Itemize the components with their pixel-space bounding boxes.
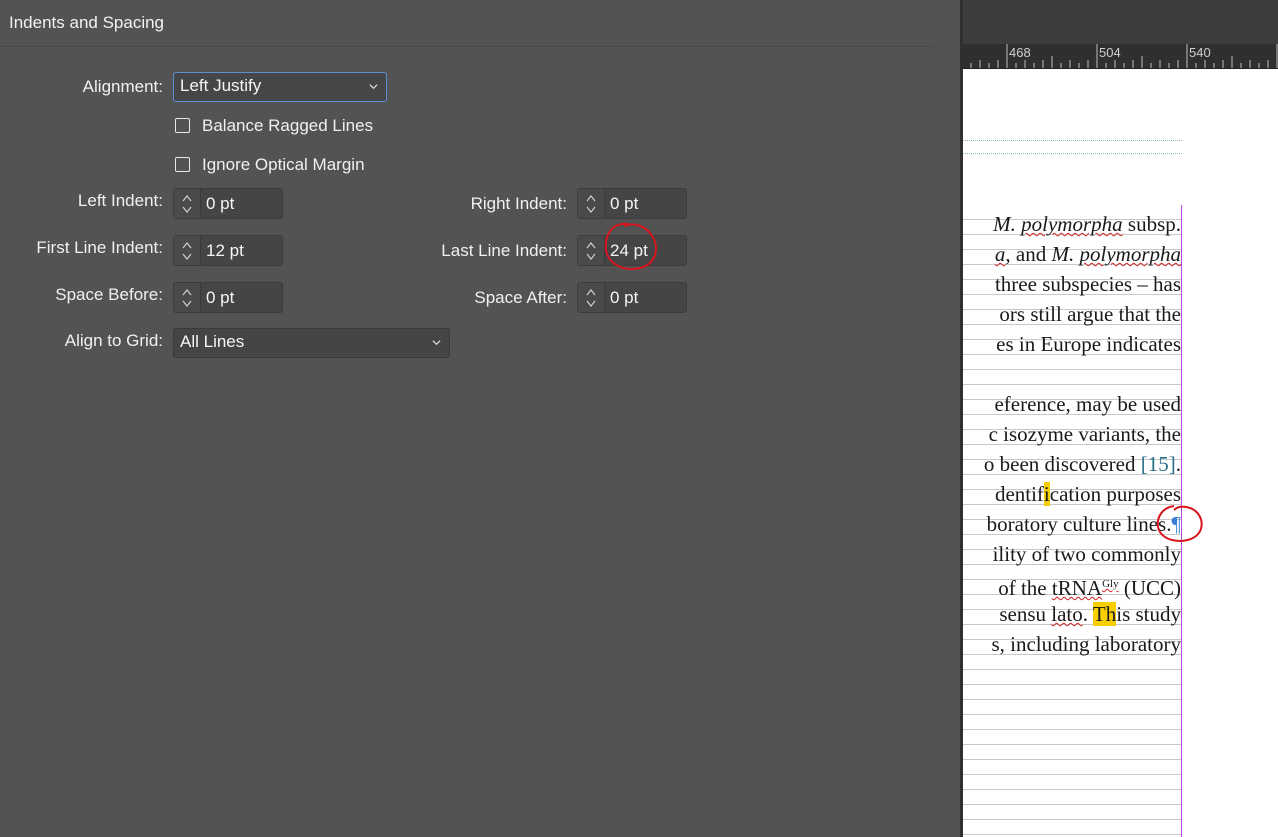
text-frame[interactable]: M. polymorpha subsp. a, and M. polymorph… <box>963 205 1182 837</box>
ruler-mark: 540 <box>1189 45 1211 60</box>
stepper-arrows[interactable] <box>174 236 201 265</box>
up-down-arrows-icon <box>586 289 596 307</box>
chevron-down-icon <box>432 340 441 346</box>
horizontal-ruler[interactable]: 468 504 540 <box>960 44 1278 69</box>
space-after-value: 0 pt <box>610 288 639 307</box>
alignment-dropdown[interactable]: Left Justify <box>173 72 387 102</box>
panel-title: Indents and Spacing <box>9 13 165 32</box>
right-indent-value: 0 pt <box>610 194 639 213</box>
last-line-indent-label: Last Line Indent: <box>441 241 567 260</box>
balance-ragged-label: Balance Ragged Lines <box>202 116 374 135</box>
ignore-optical-checkbox[interactable] <box>175 157 190 172</box>
annotation-circle-icon <box>1156 505 1203 542</box>
first-line-indent-label: First Line Indent: <box>36 238 163 257</box>
up-down-arrows-icon <box>586 195 596 213</box>
document-page[interactable]: M. polymorpha subsp. a, and M. polymorph… <box>963 69 1278 837</box>
alignment-label: Alignment: <box>82 77 163 96</box>
text-line: o been discovered [15]. <box>983 452 1181 476</box>
space-before-label: Space Before: <box>55 285 163 304</box>
panel-divider <box>0 46 935 47</box>
stepper-arrows[interactable] <box>174 189 201 218</box>
page-edge <box>960 0 963 837</box>
stepper-arrows[interactable] <box>578 283 605 312</box>
stepper-arrows[interactable] <box>174 283 201 312</box>
text-line: three subspecies – has <box>994 272 1181 296</box>
space-after-label: Space After: <box>474 288 567 307</box>
text-frame-dotted <box>963 140 1182 154</box>
left-indent-value: 0 pt <box>206 194 235 213</box>
alignment-value: Left Justify <box>180 76 262 95</box>
space-after-stepper[interactable]: 0 pt <box>577 282 687 313</box>
document-toolbar <box>960 0 1278 44</box>
align-grid-label: Align to Grid: <box>64 331 163 350</box>
text-line: of the tRNAGly (UCC) <box>998 576 1181 600</box>
space-before-value: 0 pt <box>206 288 235 307</box>
text-line: c isozyme variants, the <box>988 422 1181 446</box>
annotation-circle-icon <box>604 222 657 270</box>
first-line-indent-stepper[interactable]: 12 pt <box>173 235 283 266</box>
up-down-arrows-icon <box>182 242 192 260</box>
chevron-down-icon <box>369 84 378 90</box>
left-indent-stepper[interactable]: 0 pt <box>173 188 283 219</box>
text-line: es in Europe indicates <box>996 332 1181 356</box>
align-grid-dropdown[interactable]: All Lines <box>173 328 450 358</box>
ruler-mark: 504 <box>1099 45 1121 60</box>
up-down-arrows-icon <box>182 195 192 213</box>
space-before-stepper[interactable]: 0 pt <box>173 282 283 313</box>
text-line: eference, may be used <box>994 392 1181 416</box>
up-down-arrows-icon <box>182 289 192 307</box>
text-line: a, and M. polymorpha <box>994 242 1181 266</box>
right-indent-stepper[interactable]: 0 pt <box>577 188 687 219</box>
balance-ragged-checkbox[interactable] <box>175 118 190 133</box>
first-line-indent-value: 12 pt <box>206 241 244 260</box>
document-area: 468 504 540 M. polymorpha subsp. a, and … <box>960 0 1278 837</box>
text-line: s, including laboratory <box>991 632 1181 656</box>
ignore-optical-label: Ignore Optical Margin <box>202 155 365 174</box>
left-indent-label: Left Indent: <box>77 191 163 210</box>
stepper-arrows[interactable] <box>578 189 605 218</box>
text-line: ors still argue that the <box>999 302 1181 326</box>
indents-spacing-panel: Indents and Spacing Alignment: Left Just… <box>0 0 960 837</box>
align-grid-value: All Lines <box>180 332 245 351</box>
text-line: M. polymorpha subsp. <box>993 212 1181 236</box>
ruler-mark: 468 <box>1009 45 1031 60</box>
right-indent-label: Right Indent: <box>470 194 567 213</box>
up-down-arrows-icon <box>586 242 596 260</box>
text-line: sensu lato. This study <box>999 602 1181 626</box>
